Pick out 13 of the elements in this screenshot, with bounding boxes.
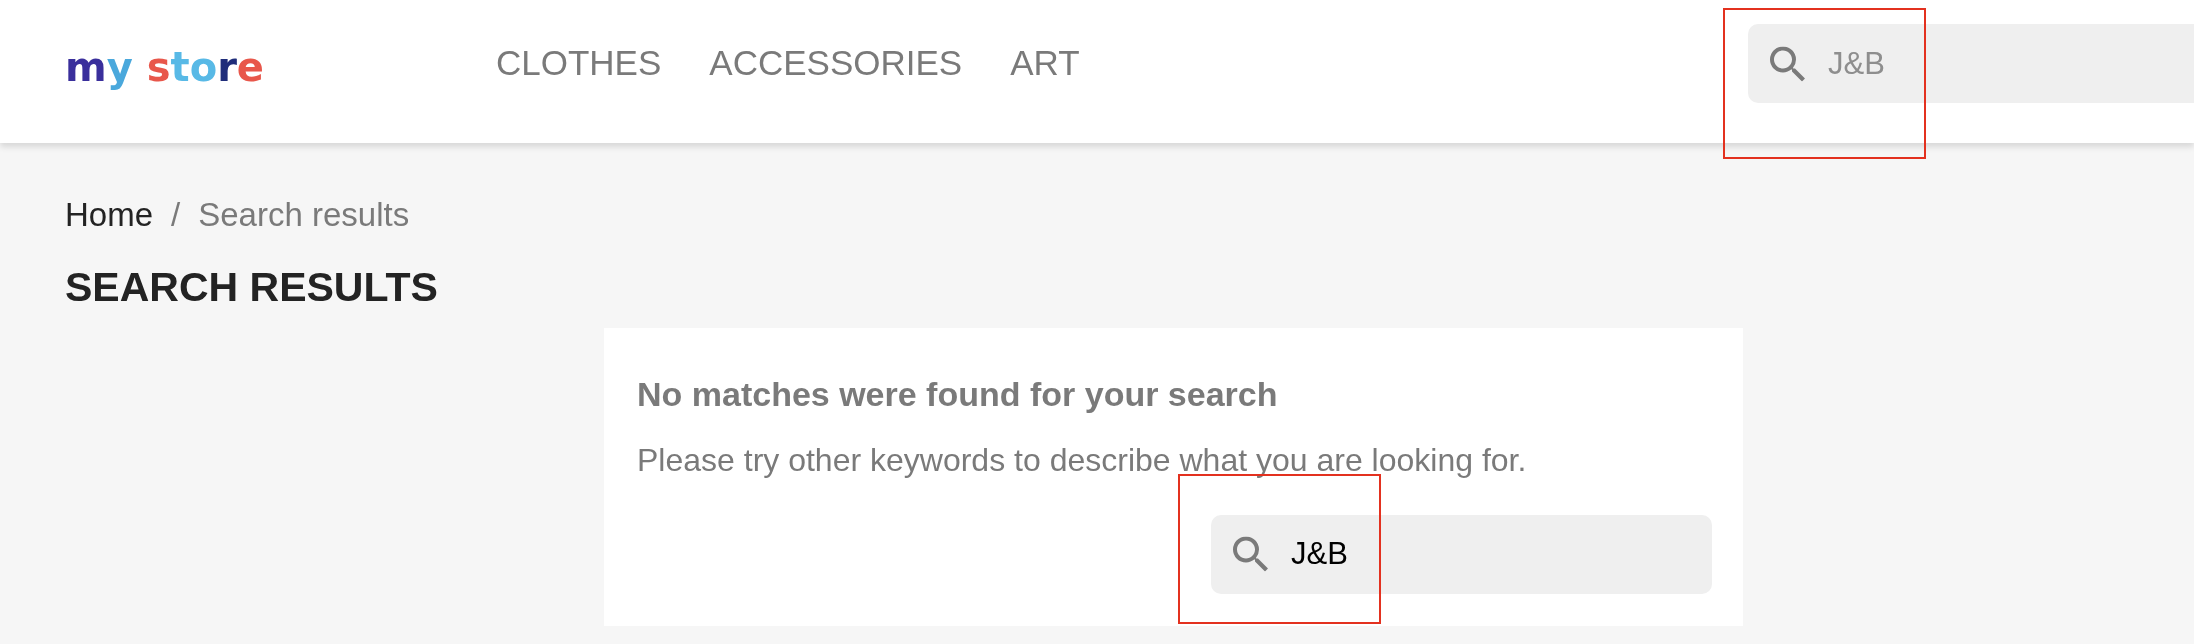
search-field[interactable]: J&B — [1211, 514, 1712, 594]
breadcrumb-current: Search results — [198, 195, 410, 235]
nav-link[interactable]: ACCESSORIES — [709, 41, 963, 84]
search-icon — [1770, 46, 1805, 81]
search-icon — [1233, 536, 1268, 572]
no-results-heading: No matches were found for your search — [637, 373, 1279, 415]
nav-link[interactable]: CLOTHES — [496, 41, 662, 84]
breadcrumb-link[interactable]: Home — [65, 195, 154, 235]
search-field[interactable]: J&B — [1748, 24, 2194, 103]
nav-link[interactable]: ART — [1010, 41, 1080, 84]
breadcrumb-separator: / — [171, 195, 181, 235]
page-title: SEARCH RESULTS — [65, 262, 438, 312]
no-results-message: Please try other keywords to describe what you are looking for. — [637, 440, 1528, 479]
